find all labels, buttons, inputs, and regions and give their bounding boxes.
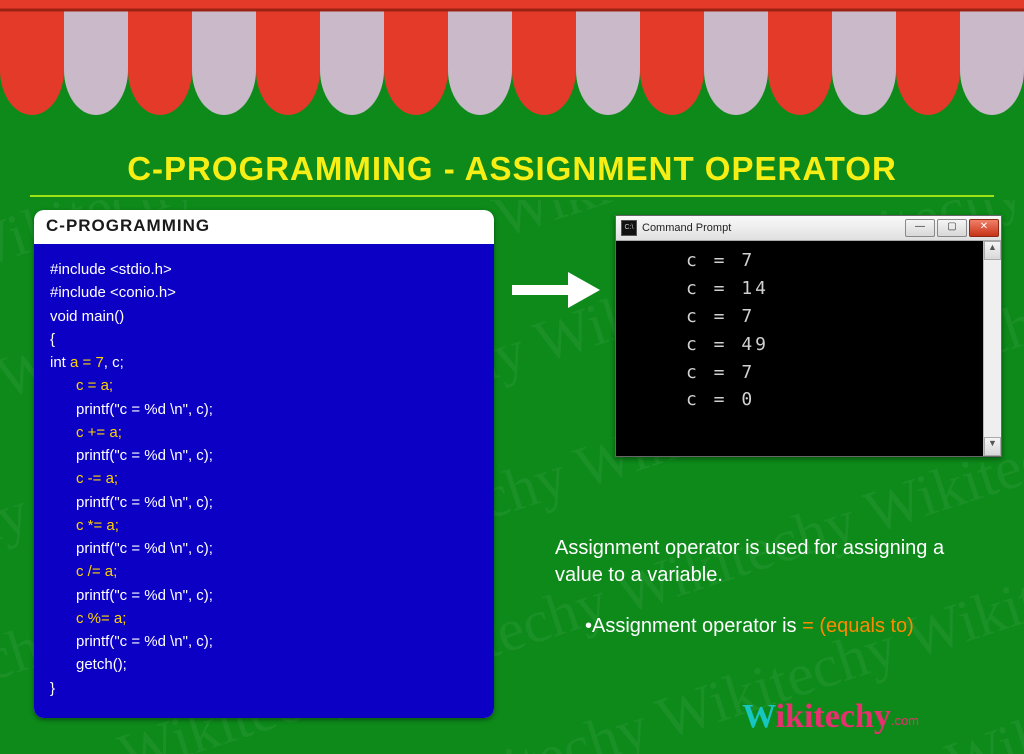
awning-decoration [0, 0, 1024, 160]
code-line: c *= a; [50, 514, 478, 537]
minimize-button[interactable]: — [905, 219, 935, 237]
code-line: int a = 7, c; [50, 351, 478, 374]
description-bullet: •Assignment operator is = (equals to) [555, 613, 985, 640]
code-line: c += a; [50, 421, 478, 444]
code-card: C-PROGRAMMING #include <stdio.h>#include… [34, 210, 494, 718]
description-line: Assignment operator is used for assignin… [555, 535, 985, 589]
code-line: printf("c = %d \n", c); [50, 398, 478, 421]
brand-logo: Wikitechy.com [742, 698, 919, 736]
code-line: printf("c = %d \n", c); [50, 444, 478, 467]
scroll-up-button[interactable]: ▲ [984, 241, 1001, 260]
code-line: printf("c = %d \n", c); [50, 630, 478, 653]
code-line: void main() [50, 305, 478, 328]
command-prompt-output: c = 7 c = 14 c = 7 c = 49 c = 7 c = 0 [686, 247, 769, 414]
scrollbar[interactable]: ▲ ▼ [983, 241, 1001, 456]
code-line: { [50, 328, 478, 351]
heading-rule [30, 195, 994, 197]
code-line: getch(); [50, 653, 478, 676]
code-line: c -= a; [50, 467, 478, 490]
code-line: c %= a; [50, 607, 478, 630]
command-prompt-icon: C:\ [621, 220, 637, 236]
command-prompt-window: C:\ Command Prompt — ▢ ✕ c = 7 c = 14 c … [615, 215, 1002, 457]
code-line: } [50, 677, 478, 700]
code-line: printf("c = %d \n", c); [50, 584, 478, 607]
command-prompt-titlebar: C:\ Command Prompt — ▢ ✕ [616, 216, 1001, 241]
page-title: C-PROGRAMMING - ASSIGNMENT OPERATOR [0, 150, 1024, 188]
arrow-icon [510, 270, 600, 310]
maximize-button[interactable]: ▢ [937, 219, 967, 237]
code-line: #include <conio.h> [50, 281, 478, 304]
command-prompt-body: c = 7 c = 14 c = 7 c = 49 c = 7 c = 0 ▲ … [616, 241, 1001, 456]
close-button[interactable]: ✕ [969, 219, 999, 237]
code-line: printf("c = %d \n", c); [50, 537, 478, 560]
code-line: #include <stdio.h> [50, 258, 478, 281]
code-line: printf("c = %d \n", c); [50, 491, 478, 514]
command-prompt-title: Command Prompt [642, 222, 905, 234]
description-text: Assignment operator is used for assignin… [555, 535, 985, 640]
code-line: c = a; [50, 374, 478, 397]
code-line: c /= a; [50, 560, 478, 583]
scroll-down-button[interactable]: ▼ [984, 437, 1001, 456]
code-card-body: #include <stdio.h>#include <conio.h>void… [34, 244, 494, 718]
code-card-header: C-PROGRAMMING [34, 210, 494, 244]
